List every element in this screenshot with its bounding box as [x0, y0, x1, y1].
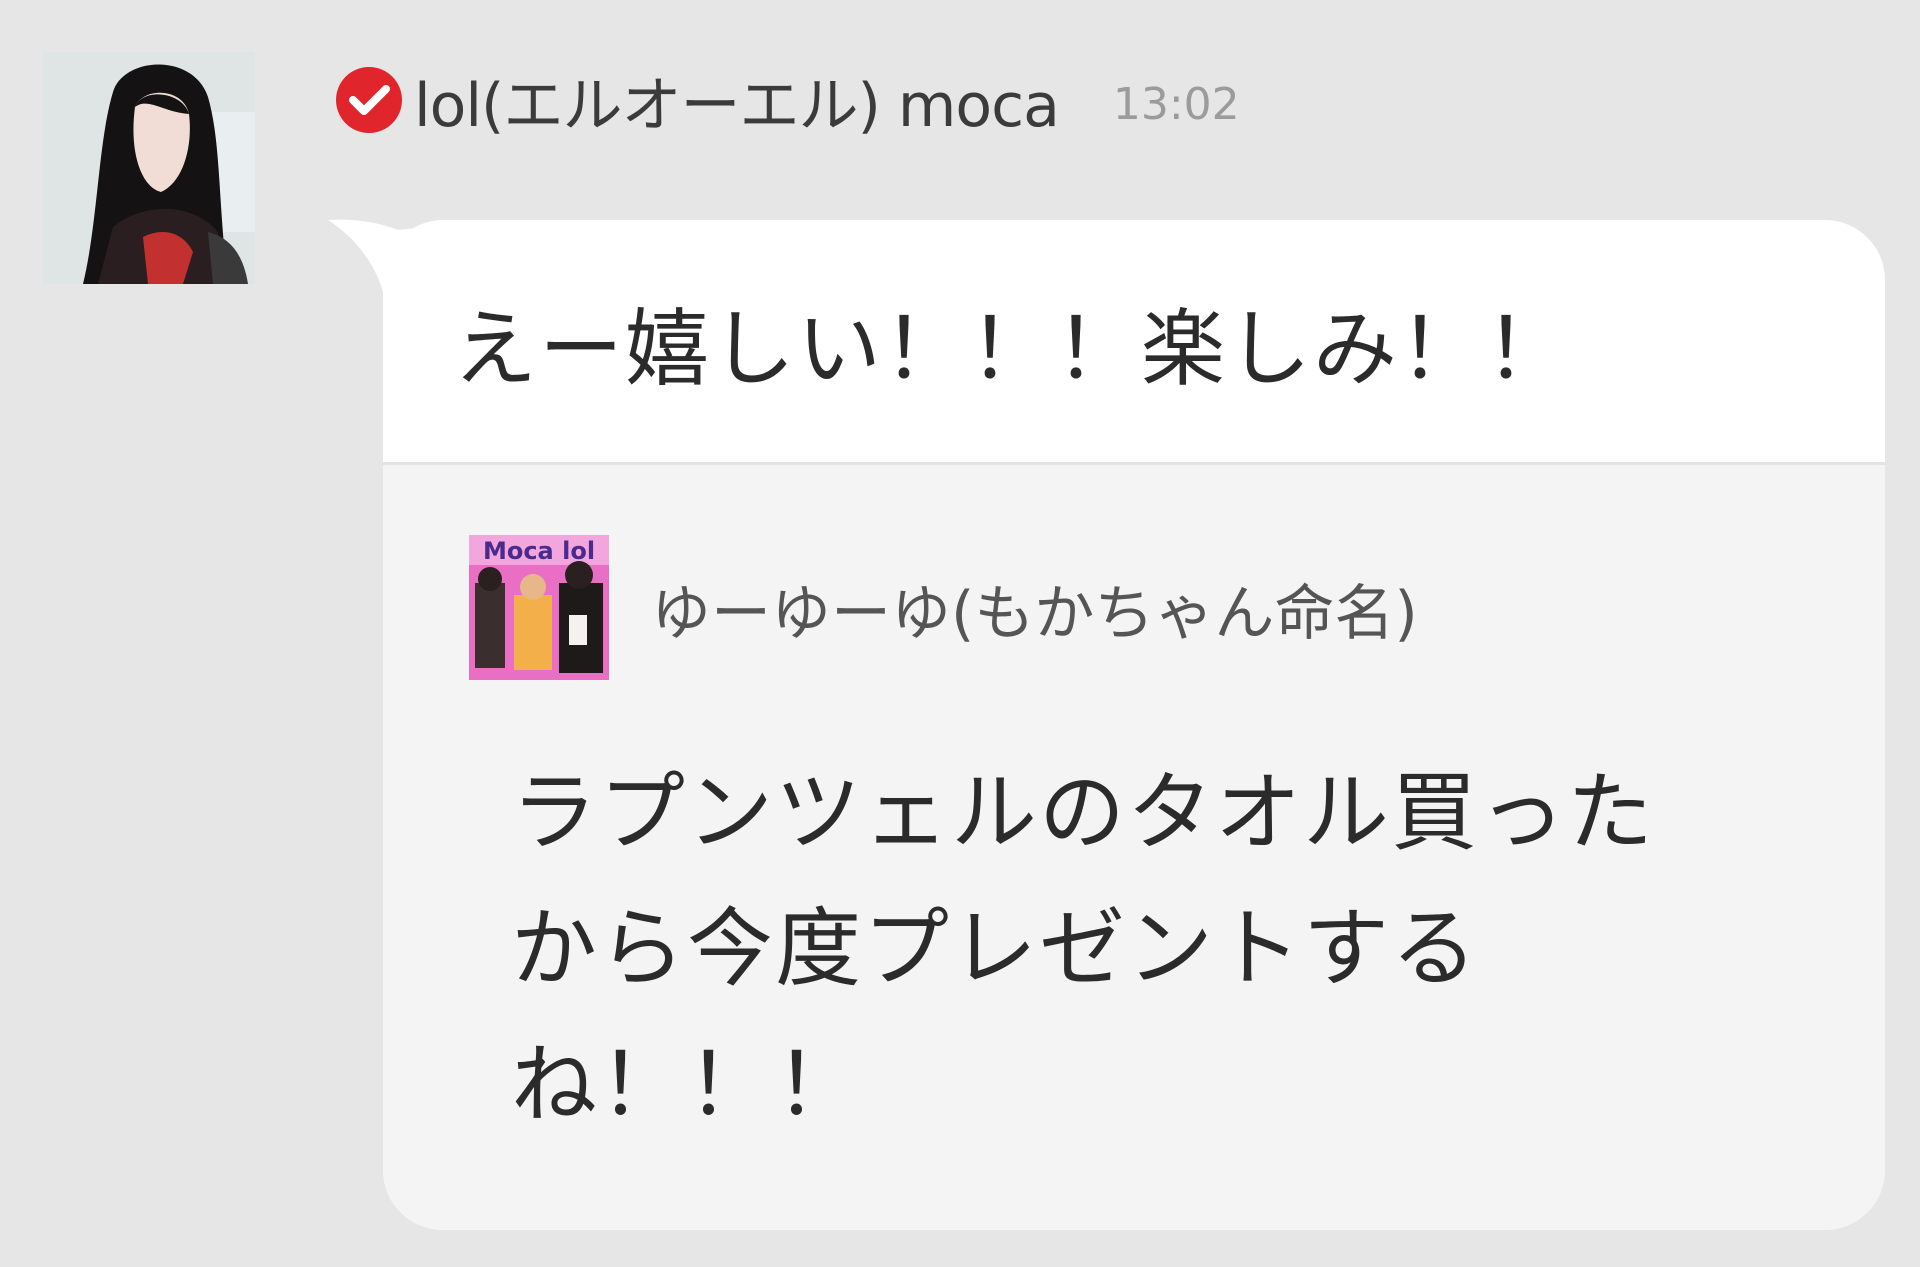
quote-author-name[interactable]: ゆーゆーゆ(もかちゃん命名): [651, 565, 1418, 652]
quote-avatar-text: Moca lol: [483, 537, 595, 565]
chat-message-row: lol(エルオーエル) moca 13:02 えー嬉しい！！！楽しみ！！ Moc…: [0, 0, 1920, 1267]
quoted-message[interactable]: Moca lol ゆーゆーゆ(もかちゃん命名) ラプンツェルのタオル買ったから今…: [383, 465, 1885, 1230]
message-header: lol(エルオーエル) moca 13:02: [334, 58, 1240, 142]
quote-author-avatar[interactable]: Moca lol: [469, 535, 609, 680]
sender-name[interactable]: lol(エルオーエル) moca: [414, 57, 1060, 144]
message-timestamp: 13:02: [1112, 78, 1240, 130]
sender-avatar[interactable]: [43, 52, 255, 284]
message-bubble[interactable]: えー嬉しい！！！楽しみ！！ Moca lol ゆーゆーゆ(もかちゃん命名) ラプ…: [383, 220, 1885, 1230]
verified-badge-icon: [334, 65, 404, 135]
quote-text: ラプンツェルのタオル買ったから今度プレゼントするね！！！: [511, 763, 1655, 1135]
message-text: えー嬉しい！！！楽しみ！！: [453, 300, 1572, 398]
